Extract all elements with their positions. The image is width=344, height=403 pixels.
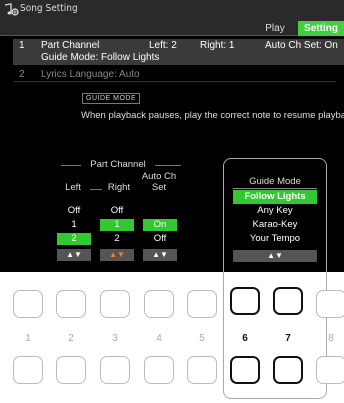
divider: [61, 165, 81, 166]
auto-ch-set-value: Auto Ch Set: On: [265, 40, 338, 51]
panel-button-6-lower[interactable]: [230, 356, 260, 384]
arrow-glyph: ▲▼: [109, 250, 125, 259]
panel-number-3: 3: [112, 333, 118, 344]
right-option-2[interactable]: 2: [100, 233, 134, 245]
header-bar: Song Setting Play Setting: [0, 0, 344, 36]
part-channel-title: Part Channel: [90, 159, 146, 170]
panel-number-6: 6: [242, 333, 248, 344]
settings-row-lyrics-language[interactable]: Lyrics Language: Auto: [41, 69, 140, 80]
left-option-off[interactable]: Off: [57, 205, 91, 217]
row-number: 2: [19, 69, 25, 80]
auto-up-down-arrow[interactable]: ▲▼: [143, 249, 177, 261]
panel-button-4-upper[interactable]: [144, 290, 174, 318]
panel-button-4-lower[interactable]: [144, 356, 174, 384]
page-title: Song Setting: [20, 3, 78, 14]
panel-number-7: 7: [285, 333, 291, 344]
divider: [14, 81, 336, 82]
settings-row-part-channel[interactable]: 1 Part Channel Left: 2 Right: 1 Auto Ch …: [13, 39, 344, 65]
panel-button-5-lower[interactable]: [187, 356, 217, 384]
panel-button-3-upper[interactable]: [100, 290, 130, 318]
set-header: Set: [151, 182, 167, 193]
left-header: Left: [65, 182, 81, 193]
panel-button-3-lower[interactable]: [100, 356, 130, 384]
right-up-down-arrow[interactable]: ▲▼: [100, 249, 134, 261]
panel-button-1-lower[interactable]: [13, 356, 43, 384]
panel-button-2-lower[interactable]: [56, 356, 86, 384]
panel-number-1: 1: [25, 333, 31, 344]
panel-number-5: 5: [199, 333, 205, 344]
panel-number-2: 2: [68, 333, 74, 344]
tab-setting[interactable]: Setting: [298, 21, 344, 36]
tab-play[interactable]: Play: [252, 21, 298, 36]
auto-ch-header: Auto Ch: [141, 171, 177, 182]
panel-button-7-lower[interactable]: [273, 356, 303, 384]
guide-mode-description: When playback pauses, play the correct n…: [81, 110, 344, 121]
left-option-1[interactable]: 1: [57, 219, 91, 231]
panel-button-8-upper[interactable]: [316, 290, 344, 318]
right-header: Right: [107, 182, 131, 193]
panel-button-2-upper[interactable]: [56, 290, 86, 318]
auto-option-off[interactable]: Off: [143, 233, 177, 245]
panel-button-5-upper[interactable]: [187, 290, 217, 318]
divider: [90, 189, 102, 190]
left-up-down-arrow[interactable]: ▲▼: [57, 249, 91, 261]
left-option-2-selected[interactable]: 2: [57, 233, 91, 245]
row-label: Part Channel: [41, 40, 100, 51]
panel-button-7-upper[interactable]: [273, 287, 303, 315]
guide-mode-tag: GUIDE MODE: [82, 93, 141, 104]
right-option-off[interactable]: Off: [100, 205, 134, 217]
guide-mode-value: Guide Mode: Follow Lights: [41, 52, 160, 63]
panel-number-4: 4: [156, 333, 162, 344]
auto-option-on-selected[interactable]: On: [143, 219, 177, 231]
panel-number-8: 8: [328, 333, 334, 344]
row-number: 1: [19, 40, 25, 51]
panel-button-8-lower[interactable]: [316, 356, 344, 384]
panel-button-1-upper[interactable]: [13, 290, 43, 318]
left-value: Left: 2: [149, 40, 177, 51]
right-option-1-selected[interactable]: 1: [100, 219, 134, 231]
right-value: Right: 1: [200, 40, 235, 51]
song-music-icon: [4, 3, 19, 16]
panel-button-6-upper[interactable]: [230, 287, 260, 315]
divider: [155, 165, 181, 166]
